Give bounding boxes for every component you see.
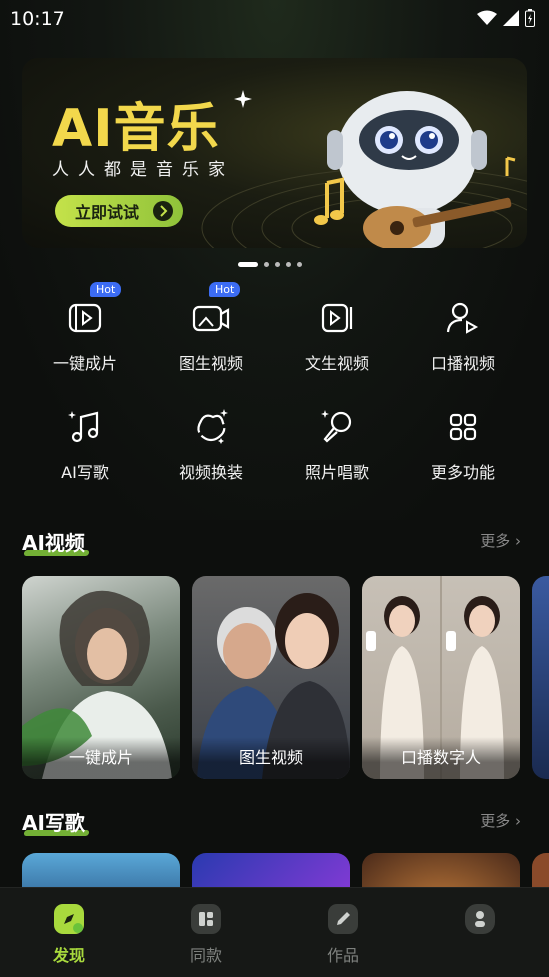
feature-label: AI写歌 (61, 463, 109, 482)
feature-label: 视频换装 (178, 463, 243, 482)
template-icon (191, 904, 221, 934)
more-label: 更多 (480, 532, 511, 550)
try-now-button[interactable]: 立即试试 (55, 195, 183, 227)
text-video-icon (321, 303, 353, 333)
compass-icon (54, 904, 84, 934)
outfit-sparkle-icon (197, 409, 228, 444)
chevron-right-icon: › (515, 532, 521, 550)
film-play-icon (68, 303, 102, 333)
feature-label: 照片唱歌 (304, 463, 369, 482)
feature-label: 一键成片 (52, 354, 117, 373)
chevron-right-icon (153, 201, 173, 221)
pencil-icon (328, 904, 358, 934)
card-caption: 口播数字人 (362, 737, 520, 779)
status-time: 10:17 (10, 8, 65, 30)
feature-text-to-video[interactable]: 文生视频 (282, 298, 392, 374)
pagination-dot[interactable] (275, 262, 280, 267)
section-title-text: AI写歌 (22, 811, 85, 835)
pagination-dot[interactable] (264, 262, 269, 267)
battery-icon (525, 9, 535, 27)
tab-same-style[interactable]: 同款 (166, 904, 246, 966)
tab-label: 作品 (326, 946, 359, 965)
feature-label: 图生视频 (178, 354, 243, 373)
try-now-label: 立即试试 (75, 203, 140, 222)
section-title-ai-song: AI写歌 (22, 807, 90, 836)
feature-more-functions[interactable]: 更多功能 (408, 407, 518, 483)
chevron-right-icon: › (515, 812, 521, 830)
music-sparkle-icon (68, 411, 99, 443)
tab-label: 同款 (189, 946, 222, 965)
mic-sparkle-icon (321, 410, 352, 443)
video-card-image-to-video[interactable]: 图生视频 (192, 576, 350, 779)
feature-photo-sing[interactable]: 照片唱歌 (282, 407, 392, 483)
signal-icon (503, 10, 519, 26)
feature-talking-video[interactable]: 口播视频 (408, 298, 518, 374)
banner-subtitle: 人人都是音乐家 (52, 160, 234, 180)
pagination-dot-active[interactable] (238, 262, 258, 267)
feature-label: 口播视频 (430, 354, 495, 373)
wifi-icon (477, 10, 497, 25)
grid-icon (449, 413, 477, 441)
card-caption: 一键成片 (22, 737, 180, 779)
feature-one-click-film[interactable]: Hot 一键成片 (30, 282, 140, 374)
feature-label: 更多功能 (430, 463, 495, 482)
status-bar: 10:17 (0, 0, 549, 40)
video-card-talking-avatar[interactable]: 口播数字人 (362, 576, 520, 779)
feature-image-to-video[interactable]: Hot 图生视频 (156, 282, 266, 374)
hot-badge: Hot (209, 282, 241, 297)
feature-label: 文生视频 (304, 354, 369, 373)
banner-title: AI音乐 (52, 99, 220, 159)
sparkle-icon (234, 90, 252, 108)
video-card-one-click[interactable]: 一键成片 (22, 576, 180, 779)
image-video-icon (192, 305, 230, 332)
tab-discover[interactable]: 发现 (29, 904, 109, 966)
video-card-partial[interactable] (532, 576, 549, 779)
more-label: 更多 (480, 812, 511, 830)
bottom-navigation: 发现 同款 作品 (0, 887, 549, 977)
section-title-ai-video: AI视频 (22, 527, 90, 556)
pagination-dot[interactable] (286, 262, 291, 267)
banner-pagination[interactable] (238, 262, 302, 267)
feature-ai-song[interactable]: AI写歌 (30, 407, 140, 483)
status-icons (477, 9, 535, 27)
tab-label: 发现 (52, 946, 85, 965)
promo-banner[interactable]: AI音乐 人人都是音乐家 立即试试 (22, 58, 527, 248)
person-play-icon (446, 302, 479, 334)
more-link-ai-video[interactable]: 更多 › (480, 530, 521, 551)
card-caption: 图生视频 (192, 737, 350, 779)
section-title-text: AI视频 (22, 531, 85, 555)
robot-guitar-illustration (314, 91, 516, 248)
profile-icon (465, 904, 495, 934)
more-link-ai-song[interactable]: 更多 › (480, 810, 521, 831)
tab-profile[interactable] (440, 904, 520, 942)
hot-badge: Hot (90, 282, 122, 297)
feature-video-outfit-swap[interactable]: 视频换装 (156, 407, 266, 483)
pagination-dot[interactable] (297, 262, 302, 267)
tab-works[interactable]: 作品 (303, 904, 383, 966)
